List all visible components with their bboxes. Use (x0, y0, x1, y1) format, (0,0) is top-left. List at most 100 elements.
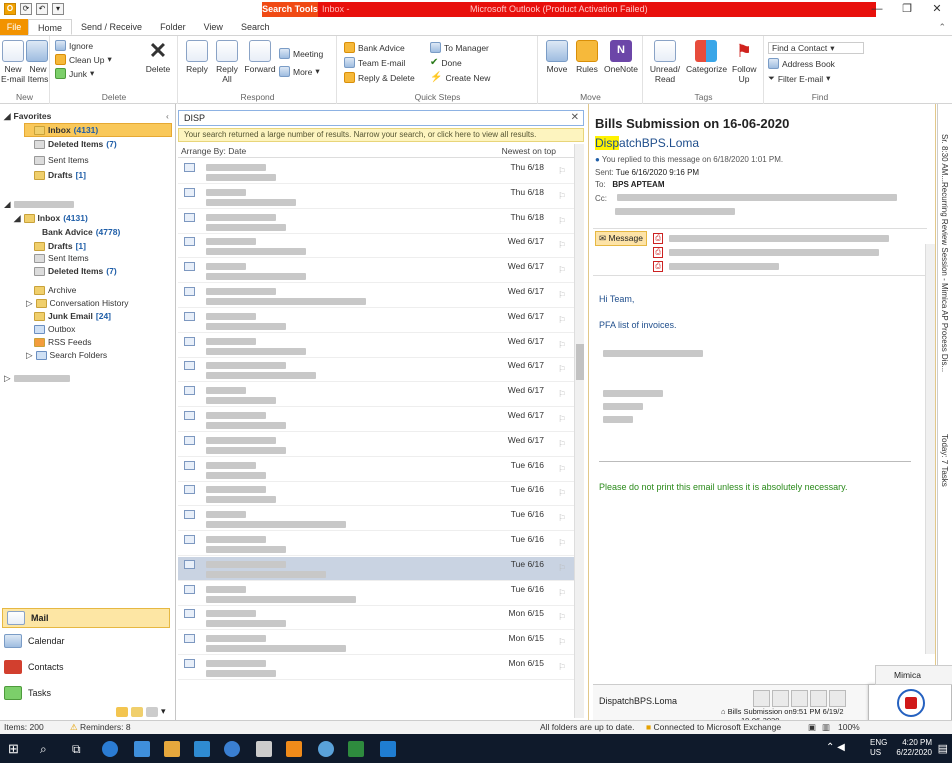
fav-sent-items[interactable]: Sent Items (34, 154, 89, 166)
unread-read-button[interactable]: Unread/ Read (646, 40, 684, 84)
address-book-button[interactable]: Address Book (768, 58, 835, 69)
table-row[interactable]: Wed 6/17 ⚐ (178, 334, 576, 358)
attachment-name-redacted[interactable] (669, 249, 879, 256)
file-explorer-icon[interactable] (134, 741, 150, 757)
arrange-by[interactable]: Arrange By: Date (181, 146, 246, 156)
fav-deleted-items[interactable]: Deleted Items (7) (34, 138, 117, 150)
table-row[interactable]: Tue 6/16 ⚐ (178, 458, 576, 482)
flag-icon[interactable]: ⚐ (558, 513, 570, 523)
more-respond-button[interactable]: More ▾ (279, 66, 320, 77)
flag-icon[interactable]: ⚐ (558, 240, 570, 250)
table-row[interactable]: Thu 6/18 ⚐ (178, 185, 576, 209)
undo-icon[interactable]: ↶ (36, 3, 48, 15)
flag-icon[interactable]: ⚐ (558, 166, 570, 176)
table-row[interactable]: Mon 6/15 ⚐ (178, 631, 576, 656)
table-row[interactable]: Thu 6/18 ⚐ (178, 210, 576, 234)
ignore-button[interactable]: Ignore (55, 40, 93, 51)
tab-send-receive[interactable]: Send / Receive (72, 19, 151, 35)
table-row[interactable]: Mon 6/15 ⚐ (178, 656, 576, 680)
flag-icon[interactable]: ⚐ (558, 612, 570, 622)
conversation-history-folder[interactable]: ▷ Conversation History (26, 297, 128, 309)
table-row[interactable]: Wed 6/17 ⚐ (178, 234, 576, 259)
collapse-nav-icon[interactable]: ‹ (166, 110, 169, 122)
reply-all-button[interactable]: Reply All (213, 40, 241, 84)
notes-icon[interactable] (116, 706, 128, 717)
deleted-items-folder[interactable]: Deleted Items (7) (34, 265, 117, 277)
flag-icon[interactable]: ⚐ (558, 563, 570, 573)
flag-icon[interactable]: ⚐ (558, 488, 570, 498)
fav-inbox[interactable]: Inbox (4131) (34, 124, 98, 136)
filter-email-button[interactable]: ⏷ Filter E-mail ▾ (768, 73, 830, 84)
onenote-button[interactable]: N OneNote (603, 40, 639, 74)
avatar[interactable] (829, 690, 846, 707)
other-account-header[interactable]: ▷ (4, 372, 70, 384)
record-button[interactable] (897, 689, 925, 717)
attachment-name-redacted[interactable] (669, 263, 779, 270)
task-view-icon[interactable]: ⧉ (72, 741, 88, 757)
meeting-button[interactable]: Meeting (279, 48, 323, 59)
view-normal-icon[interactable]: ▣ (808, 721, 816, 734)
message-tab[interactable]: ✉ Message (595, 231, 647, 246)
qs-team-email[interactable]: Team E-mail (344, 57, 405, 68)
sent-items-folder[interactable]: Sent Items (34, 252, 89, 264)
avatar[interactable] (810, 690, 827, 707)
todo-tasks[interactable]: Today: 7 Tasks (940, 434, 949, 487)
flag-icon[interactable]: ⚐ (558, 389, 570, 399)
ie-icon[interactable] (224, 741, 240, 757)
flag-icon[interactable]: ⚐ (558, 637, 570, 647)
reading-scrollbar[interactable] (925, 244, 935, 654)
restore-button[interactable]: ❐ (892, 0, 922, 19)
table-row[interactable]: Wed 6/17 ⚐ (178, 284, 576, 308)
new-email-button[interactable]: New E-mail (1, 40, 25, 84)
flag-icon[interactable]: ⚐ (558, 290, 570, 300)
calculator-icon[interactable] (256, 741, 272, 757)
table-row[interactable]: Wed 6/17 ⚐ (178, 259, 576, 284)
clean-up-button[interactable]: Clean Up ▾ (55, 54, 112, 65)
shortcuts-icon[interactable] (146, 706, 158, 717)
table-row[interactable]: Tue 6/16 ⚐ (178, 556, 576, 581)
flag-icon[interactable]: ⚐ (558, 315, 570, 325)
table-row[interactable]: Tue 6/16 ⚐ (178, 532, 576, 556)
avatar[interactable] (772, 690, 789, 707)
follow-up-button[interactable]: ⚑ Follow Up (728, 40, 760, 84)
flag-icon[interactable]: ⚐ (558, 340, 570, 350)
message-sender[interactable]: DispatchBPS.Loma (595, 136, 699, 150)
pdf-icon[interactable]: ⎙ (653, 261, 663, 272)
folder-list-icon[interactable] (131, 706, 143, 717)
fav-drafts[interactable]: Drafts [1] (34, 169, 86, 181)
qs-reply-delete[interactable]: Reply & Delete (344, 72, 415, 83)
avatar[interactable] (791, 690, 808, 707)
forward-button[interactable]: Forward (243, 40, 277, 74)
photos-icon[interactable] (380, 741, 396, 757)
module-mail[interactable]: Mail (2, 608, 170, 628)
table-row[interactable]: Wed 6/17 ⚐ (178, 433, 576, 457)
excel-icon[interactable] (348, 741, 364, 757)
language-indicator[interactable]: ENG US (870, 738, 887, 758)
drafts-folder[interactable]: Drafts [1] (34, 240, 86, 252)
close-button[interactable]: ✕ (922, 0, 952, 19)
flag-icon[interactable]: ⚐ (558, 439, 570, 449)
status-reminders[interactable]: ⚠ Reminders: 8 (70, 721, 131, 734)
zoom-level[interactable]: 100% (838, 721, 860, 734)
table-row[interactable]: Wed 6/17 ⚐ (178, 408, 576, 432)
delete-button[interactable]: ✕ Delete (143, 40, 173, 75)
inbox-folder[interactable]: ◢ Inbox (4131) (14, 212, 88, 224)
customize-qa-icon[interactable]: ▾ (52, 3, 64, 15)
send-receive-icon[interactable]: ⟳ (20, 3, 32, 15)
to-value[interactable]: BPS APTEAM (612, 180, 664, 189)
flag-icon[interactable]: ⚐ (558, 538, 570, 548)
store-icon[interactable] (164, 741, 180, 757)
outlook-taskbar-icon[interactable] (286, 741, 302, 757)
app-icon[interactable] (318, 741, 334, 757)
tab-view[interactable]: View (195, 19, 232, 35)
bank-advice-folder[interactable]: Bank Advice (4778) (42, 226, 120, 238)
search-folders[interactable]: ▷ Search Folders (26, 349, 107, 361)
flag-icon[interactable]: ⚐ (558, 265, 570, 275)
table-row[interactable]: Wed 6/17 ⚐ (178, 358, 576, 383)
configure-buttons-icon[interactable]: ▾ (161, 706, 166, 717)
tab-home[interactable]: Home (28, 19, 73, 35)
minimize-button[interactable]: — (862, 0, 892, 19)
flag-icon[interactable]: ⚐ (558, 364, 570, 374)
message-list-scrollbar[interactable] (574, 144, 584, 718)
flag-icon[interactable]: ⚐ (558, 464, 570, 474)
